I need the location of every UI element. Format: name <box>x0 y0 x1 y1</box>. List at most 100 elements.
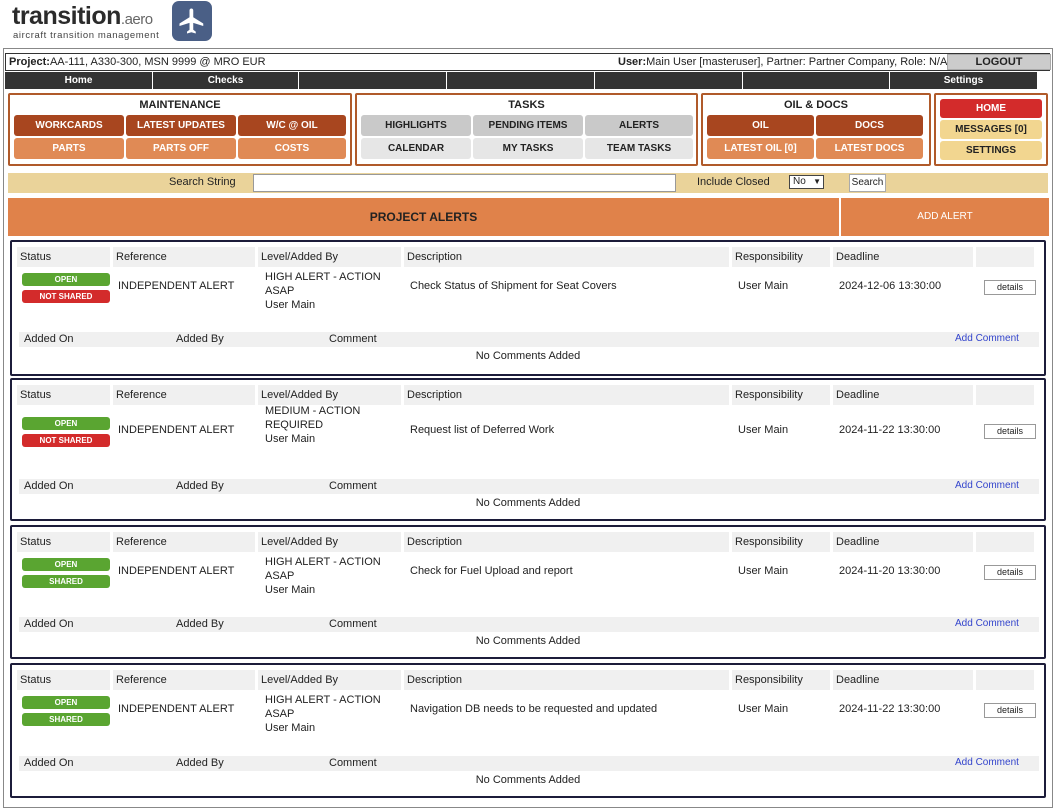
alert-responsibility: User Main <box>738 565 789 577</box>
status-badge-open: OPEN <box>22 273 110 286</box>
parts-off-button[interactable]: PARTS OFF <box>126 138 236 159</box>
comment-added-by-header: Added By <box>176 618 224 630</box>
add-comment-link[interactable]: Add Comment <box>955 618 1019 629</box>
alert-reference: INDEPENDENT ALERT <box>118 280 235 292</box>
project-label: Project: <box>9 56 50 68</box>
team-tasks-button[interactable]: TEAM TASKS <box>585 138 693 159</box>
search-button[interactable]: Search <box>849 174 886 192</box>
alert-level-line: HIGH ALERT - ACTION ASAP <box>265 271 381 297</box>
parts-button[interactable]: PARTS <box>14 138 124 159</box>
no-comments-text: No Comments Added <box>475 350 581 362</box>
tasks-panel: TASKS HIGHLIGHTS PENDING ITEMS ALERTS CA… <box>355 93 698 166</box>
details-button[interactable]: details <box>984 280 1036 295</box>
settings-button[interactable]: SETTINGS <box>940 141 1042 160</box>
search-bar: Search String Include Closed No ▼ Search <box>8 173 1048 193</box>
comment-header: Comment <box>329 480 377 492</box>
no-comments-text: No Comments Added <box>475 497 581 509</box>
alerts-button[interactable]: ALERTS <box>585 115 693 136</box>
add-comment-link[interactable]: Add Comment <box>955 757 1019 768</box>
column-header-deadline: Deadline <box>833 247 973 267</box>
nav-empty-2[interactable] <box>447 72 595 89</box>
column-header-level: Level/Added By <box>258 670 401 690</box>
highlights-button[interactable]: HIGHLIGHTS <box>361 115 471 136</box>
alert-level-line: User Main <box>265 584 316 596</box>
nav-empty-4[interactable] <box>743 72 890 89</box>
alert-responsibility: User Main <box>738 280 789 292</box>
column-header-reference: Reference <box>113 532 255 552</box>
alert-deadline: 2024-11-22 13:30:00 <box>839 424 941 436</box>
status-badge-open: OPEN <box>22 558 110 571</box>
column-header-level: Level/Added By <box>258 532 401 552</box>
alert-deadline: 2024-11-22 13:30:00 <box>839 703 941 715</box>
airplane-icon <box>172 1 212 41</box>
add-alert-button[interactable]: ADD ALERT <box>841 198 1049 236</box>
alert-level-line: HIGH ALERT - ACTION ASAP <box>265 694 381 720</box>
search-label: Search String <box>169 176 236 188</box>
status-badge-open: OPEN <box>22 696 110 709</box>
comment-header: Comment <box>329 757 377 769</box>
latest-docs-button[interactable]: LATEST DOCS <box>816 138 923 159</box>
details-button[interactable]: details <box>984 565 1036 580</box>
oil-docs-panel: OIL & DOCS OIL DOCS LATEST OIL [0] LATES… <box>701 93 931 166</box>
column-header-status: Status <box>17 532 110 552</box>
maintenance-panel: MAINTENANCE WORKCARDS LATEST UPDATES W/C… <box>8 93 352 166</box>
alert-level-line: User Main <box>265 299 316 311</box>
alert-level-line: REQUIRED <box>265 419 324 431</box>
alert-card: Status Reference Level/Added By Description… <box>10 240 1046 376</box>
comment-added-by-header: Added By <box>176 480 224 492</box>
calendar-button[interactable]: CALENDAR <box>361 138 471 159</box>
details-button[interactable]: details <box>984 703 1036 718</box>
logout-button[interactable]: LOGOUT <box>947 54 1051 70</box>
comment-added-on-header: Added On <box>24 333 74 345</box>
alert-header-row: Status Reference Level/Added By Description… <box>17 532 1039 552</box>
alert-description: Navigation DB needs to be requested and … <box>410 703 658 715</box>
column-header-description: Description <box>404 385 729 405</box>
latest-oil-button[interactable]: LATEST OIL [0] <box>707 138 814 159</box>
alert-header-row: Status Reference Level/Added By Description… <box>17 670 1039 690</box>
pending-items-button[interactable]: PENDING ITEMS <box>473 115 583 136</box>
comment-header: Comment <box>329 618 377 630</box>
nav-settings[interactable]: Settings <box>890 72 1038 89</box>
my-tasks-button[interactable]: MY TASKS <box>473 138 583 159</box>
latest-updates-button[interactable]: LATEST UPDATES <box>126 115 236 136</box>
add-comment-link[interactable]: Add Comment <box>955 480 1019 491</box>
include-closed-label: Include Closed <box>697 176 770 188</box>
messages-button[interactable]: MESSAGES [0] <box>940 120 1042 139</box>
no-comments-text: No Comments Added <box>475 635 581 647</box>
comment-added-by-header: Added By <box>176 333 224 345</box>
workcards-button[interactable]: WORKCARDS <box>14 115 124 136</box>
alert-description: Request list of Deferred Work <box>410 424 555 436</box>
alert-level-line: User Main <box>265 722 316 734</box>
costs-button[interactable]: COSTS <box>238 138 346 159</box>
comment-header-row: Added On Added By Comment Add Comment <box>19 617 1039 632</box>
comment-added-on-header: Added On <box>24 618 74 630</box>
add-comment-link[interactable]: Add Comment <box>955 333 1019 344</box>
nav-checks[interactable]: Checks <box>153 72 299 89</box>
column-header-level: Level/Added By <box>258 385 401 405</box>
logo-header: transition.aero aircraft transition mana… <box>0 0 1057 48</box>
column-header-responsibility: Responsibility <box>732 247 830 267</box>
column-header-deadline: Deadline <box>833 532 973 552</box>
alert-reference: INDEPENDENT ALERT <box>118 424 235 436</box>
home-button[interactable]: HOME <box>940 99 1042 118</box>
no-comments-text: No Comments Added <box>475 774 581 786</box>
details-button[interactable]: details <box>984 424 1036 439</box>
include-closed-select[interactable]: No ▼ <box>789 175 824 189</box>
alert-level-line: MEDIUM - ACTION <box>265 405 361 417</box>
column-header-responsibility: Responsibility <box>732 670 830 690</box>
column-header-reference: Reference <box>113 385 255 405</box>
nav-empty-1[interactable] <box>299 72 447 89</box>
nav-home[interactable]: Home <box>5 72 153 89</box>
docs-button[interactable]: DOCS <box>816 115 923 136</box>
column-header-reference: Reference <box>113 670 255 690</box>
nav-empty-3[interactable] <box>595 72 743 89</box>
wc-at-oil-button[interactable]: W/C @ OIL <box>238 115 346 136</box>
oil-button[interactable]: OIL <box>707 115 814 136</box>
alert-deadline: 2024-11-20 13:30:00 <box>839 565 941 577</box>
column-header-description: Description <box>404 670 729 690</box>
column-header-status: Status <box>17 385 110 405</box>
comment-added-by-header: Added By <box>176 757 224 769</box>
search-input[interactable] <box>253 174 676 192</box>
alert-description: Check Status of Shipment for Seat Covers <box>410 280 617 292</box>
alert-reference: INDEPENDENT ALERT <box>118 703 235 715</box>
